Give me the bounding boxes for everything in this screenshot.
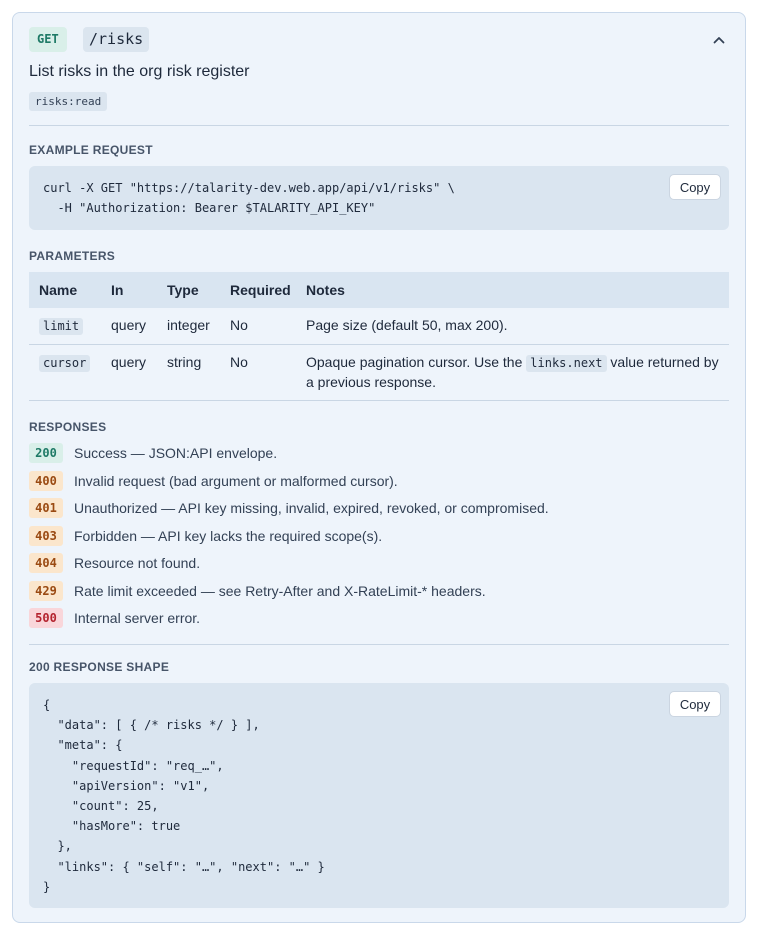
responses-title: RESPONSES <box>29 420 107 434</box>
param-in: query <box>111 317 147 333</box>
status-badge: 400 <box>29 470 63 491</box>
chevron-up-icon[interactable] <box>709 30 729 50</box>
response-description: Invalid request (bad argument or malform… <box>74 472 398 489</box>
response-description: Resource not found. <box>74 555 201 571</box>
response-description: Forbidden — API key lacks the required s… <box>74 527 383 544</box>
status-badge: 429 <box>29 580 63 601</box>
notes-text: Opaque pagination cursor. Use the <box>306 354 527 370</box>
status-badge: 500 <box>29 608 63 628</box>
response-description: Unauthorized — API key missing, invalid,… <box>74 500 549 516</box>
param-required: No <box>230 354 248 370</box>
list-item: 500 Internal server error. <box>29 608 729 636</box>
response-shape-title: 200 RESPONSE SHAPE <box>29 660 170 674</box>
list-item: 200 Success — JSON:API envelope. <box>29 443 729 471</box>
response-description: Internal server error. <box>74 610 201 626</box>
status-badge: 404 <box>29 553 63 573</box>
column-header-notes: Notes <box>306 282 345 298</box>
copy-request-button[interactable]: Copy <box>669 174 721 200</box>
status-badge: 200 <box>29 443 63 463</box>
table-header-row: Name In Type Required Notes <box>29 272 729 308</box>
responses-list: 200 Success — JSON:API envelope. 400 Inv… <box>29 443 729 636</box>
param-name: limit <box>39 317 84 335</box>
column-header-required: Required <box>230 282 291 298</box>
example-request-code: curl -X GET "https://talarity-dev.web.ap… <box>43 181 455 216</box>
table-row: limit query integer No Page size (defaul… <box>29 308 729 345</box>
endpoint-card: GET /risks List risks in the org risk re… <box>12 12 746 923</box>
endpoint-path: /risks <box>83 27 150 52</box>
param-in: query <box>111 354 147 370</box>
parameters-table: Name In Type Required Notes limit query … <box>29 272 729 401</box>
parameters-title: PARAMETERS <box>29 249 116 263</box>
column-header-name: Name <box>39 282 78 298</box>
column-header-type: Type <box>167 282 199 298</box>
list-item: 404 Resource not found. <box>29 553 729 581</box>
list-item: 400 Invalid request (bad argument or mal… <box>29 470 729 499</box>
list-item: 401 Unauthorized — API key missing, inva… <box>29 498 729 526</box>
param-name-chip: limit <box>39 318 84 335</box>
example-request-codebox: curl -X GET "https://talarity-dev.web.ap… <box>29 166 729 230</box>
list-item: 429 Rate limit exceeded — see Retry-Afte… <box>29 580 729 609</box>
param-type: integer <box>167 317 210 333</box>
column-header-in: In <box>111 282 124 298</box>
http-method-badge: GET <box>29 27 67 52</box>
param-name-chip: cursor <box>39 355 91 372</box>
example-request-title: EXAMPLE REQUEST <box>29 143 153 157</box>
endpoint-summary: List risks in the org risk register <box>29 63 250 80</box>
param-name: cursor <box>39 354 91 372</box>
response-description: Rate limit exceeded — see Retry-After an… <box>74 582 486 599</box>
endpoint-header[interactable]: GET /risks <box>29 27 729 53</box>
divider <box>29 644 729 645</box>
response-shape-code: { "data": [ { /* risks */ } ], "meta": {… <box>43 698 325 894</box>
param-type: string <box>167 354 202 370</box>
param-required: No <box>230 317 248 333</box>
status-badge: 403 <box>29 525 63 546</box>
list-item: 403 Forbidden — API key lacks the requir… <box>29 525 729 554</box>
table-row: cursor query string No Opaque pagination… <box>29 345 729 401</box>
copy-response-button[interactable]: Copy <box>669 691 721 717</box>
response-description: Success — JSON:API envelope. <box>74 445 278 461</box>
divider <box>29 125 729 126</box>
param-notes: Page size (default 50, max 200). <box>306 317 508 333</box>
response-shape-codebox: { "data": [ { /* risks */ } ], "meta": {… <box>29 683 729 908</box>
status-badge: 401 <box>29 498 63 518</box>
scope-badge: risks:read <box>29 92 108 111</box>
param-notes: Opaque pagination cursor. Use the links.… <box>306 353 720 392</box>
notes-code-chip: links.next <box>526 355 607 372</box>
